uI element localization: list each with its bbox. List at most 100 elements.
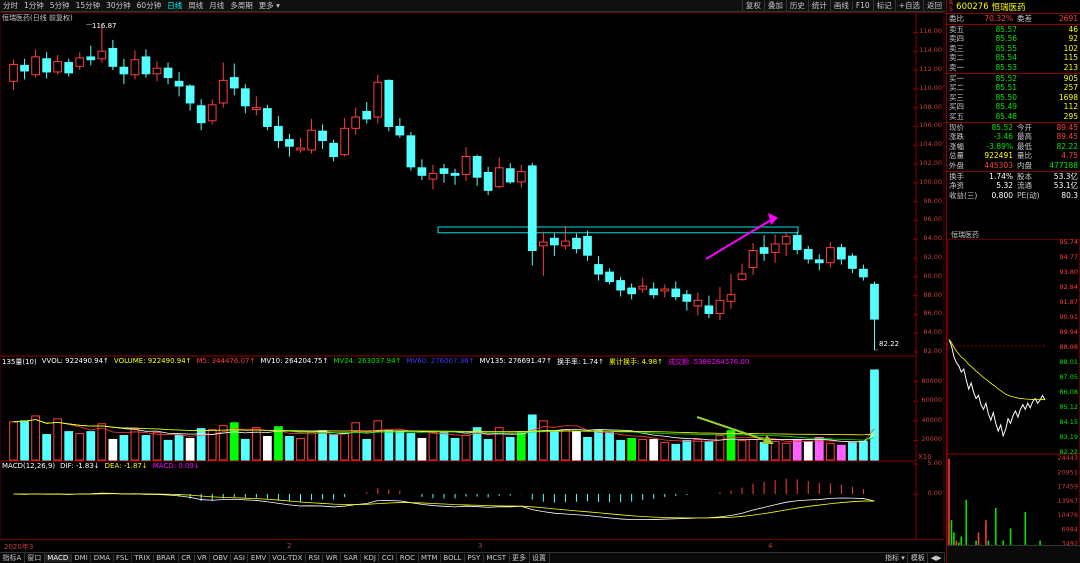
kline-chart[interactable] bbox=[0, 12, 945, 552]
volume-bar[interactable] bbox=[285, 436, 294, 461]
indicator-tab[interactable]: 窗口 bbox=[25, 553, 45, 563]
volume-bar[interactable] bbox=[770, 440, 780, 461]
toolbar-action[interactable]: 返回 bbox=[923, 0, 945, 11]
candle[interactable] bbox=[9, 59, 18, 90]
candle[interactable] bbox=[572, 233, 581, 254]
indicator-tab[interactable]: TRIX bbox=[132, 554, 154, 562]
candle[interactable] bbox=[185, 84, 195, 111]
candle[interactable] bbox=[516, 164, 526, 188]
volume-bar[interactable] bbox=[704, 440, 714, 461]
candle[interactable] bbox=[450, 168, 460, 185]
volume-bar[interactable] bbox=[859, 440, 868, 461]
candle[interactable] bbox=[461, 147, 471, 181]
period-tab[interactable]: 30分钟 bbox=[103, 0, 134, 11]
period-tab[interactable]: 15分钟 bbox=[73, 0, 104, 11]
volume-bar[interactable] bbox=[185, 437, 195, 461]
indicator-control[interactable]: ◀▶ bbox=[928, 554, 945, 562]
candle[interactable] bbox=[152, 61, 162, 82]
volume-bar[interactable] bbox=[119, 435, 129, 461]
candle[interactable] bbox=[240, 84, 250, 114]
intraday-chart[interactable]: 95.74 94.77 93.80 92.84 91.87 90.91 89.94 88.98… bbox=[947, 238, 1080, 563]
volume-bar[interactable] bbox=[9, 421, 18, 461]
toolbar-action[interactable]: 统计 bbox=[807, 0, 830, 11]
period-tab[interactable]: 多周期 bbox=[227, 0, 256, 11]
candle[interactable] bbox=[307, 118, 316, 154]
period-tab[interactable]: 1分钟 bbox=[21, 0, 47, 11]
candle[interactable] bbox=[814, 254, 824, 271]
candle[interactable] bbox=[538, 231, 548, 276]
indicator-tab[interactable]: BRAR bbox=[154, 554, 179, 562]
volume-bar[interactable] bbox=[505, 436, 515, 461]
period-tab[interactable]: 5分钟 bbox=[47, 0, 73, 11]
candle[interactable] bbox=[748, 242, 758, 275]
candle[interactable] bbox=[263, 104, 272, 131]
volume-bar[interactable] bbox=[20, 420, 29, 461]
candle[interactable] bbox=[406, 132, 416, 171]
toolbar-action[interactable]: 画线 bbox=[829, 0, 852, 11]
candle[interactable] bbox=[340, 117, 350, 157]
indicator-tab[interactable]: ASI bbox=[231, 554, 249, 562]
volume-bar[interactable] bbox=[406, 433, 416, 461]
period-tab[interactable]: 60分钟 bbox=[134, 0, 165, 11]
candle[interactable] bbox=[638, 277, 648, 293]
volume-bar[interactable] bbox=[792, 438, 802, 461]
indicator-tab[interactable]: DMI bbox=[72, 554, 92, 562]
indicator-tab[interactable]: FSL bbox=[114, 554, 132, 562]
indicator-tab[interactable]: ROC bbox=[397, 554, 419, 562]
indicator-tab[interactable]: PSY bbox=[465, 554, 484, 562]
candle[interactable] bbox=[108, 39, 118, 71]
volume-bar[interactable] bbox=[561, 429, 570, 461]
candle[interactable] bbox=[428, 164, 438, 190]
candle[interactable] bbox=[174, 71, 184, 97]
toolbar-action[interactable]: 标记 bbox=[872, 0, 895, 11]
candle[interactable] bbox=[737, 263, 747, 281]
candle[interactable] bbox=[825, 242, 835, 268]
volume-bar[interactable] bbox=[627, 437, 637, 461]
candle[interactable] bbox=[627, 283, 637, 300]
volume-bar[interactable] bbox=[605, 432, 614, 461]
candle[interactable] bbox=[141, 49, 151, 78]
volume-bar[interactable] bbox=[163, 439, 173, 461]
candle[interactable] bbox=[351, 107, 361, 135]
volume-bar[interactable] bbox=[130, 428, 140, 461]
intraday-panel[interactable]: 恒瑞医药 95.74 94.77 93.80 92.84 91.87 90.91 89.94… bbox=[946, 230, 1080, 563]
volume-bar[interactable] bbox=[417, 437, 427, 461]
indicator-tab[interactable]: DMA bbox=[91, 554, 114, 562]
volume-bar[interactable] bbox=[329, 434, 338, 461]
volume-bar[interactable] bbox=[781, 442, 791, 461]
volume-bar[interactable] bbox=[296, 437, 305, 461]
candle[interactable] bbox=[130, 50, 140, 80]
candle[interactable] bbox=[31, 49, 40, 78]
indicator-tab[interactable]: KDJ bbox=[361, 554, 380, 562]
indicator-tab[interactable]: VOL-TDX bbox=[270, 554, 306, 562]
volume-bar[interactable] bbox=[373, 420, 383, 461]
volume-bar[interactable] bbox=[572, 431, 581, 461]
volume-bar[interactable] bbox=[362, 438, 372, 461]
volume-bar[interactable] bbox=[340, 433, 350, 461]
indicator-tab[interactable]: SAR bbox=[341, 554, 362, 562]
candle[interactable] bbox=[274, 116, 283, 149]
volume-bar[interactable] bbox=[837, 444, 846, 461]
period-tab[interactable]: 日线 bbox=[164, 0, 185, 11]
volume-bar[interactable] bbox=[53, 418, 63, 461]
candle[interactable] bbox=[561, 226, 570, 250]
volume-bar[interactable] bbox=[759, 441, 769, 461]
candle[interactable] bbox=[605, 268, 614, 285]
candle[interactable] bbox=[163, 62, 173, 85]
candle[interactable] bbox=[439, 164, 449, 183]
volume-bar[interactable] bbox=[318, 430, 327, 461]
volume-bar[interactable] bbox=[461, 435, 471, 461]
candle[interactable] bbox=[649, 282, 659, 299]
candle[interactable] bbox=[594, 256, 603, 281]
candle[interactable] bbox=[75, 52, 85, 71]
candle[interactable] bbox=[251, 96, 261, 116]
candle[interactable] bbox=[870, 281, 879, 351]
volume-bar[interactable] bbox=[351, 422, 361, 461]
volume-bar[interactable] bbox=[527, 414, 537, 461]
candle[interactable] bbox=[759, 235, 769, 261]
candle[interactable] bbox=[417, 159, 427, 181]
candle[interactable] bbox=[229, 63, 239, 96]
period-tab[interactable]: 月线 bbox=[206, 0, 227, 11]
volume-bar[interactable] bbox=[671, 443, 681, 461]
candle[interactable] bbox=[494, 157, 504, 189]
